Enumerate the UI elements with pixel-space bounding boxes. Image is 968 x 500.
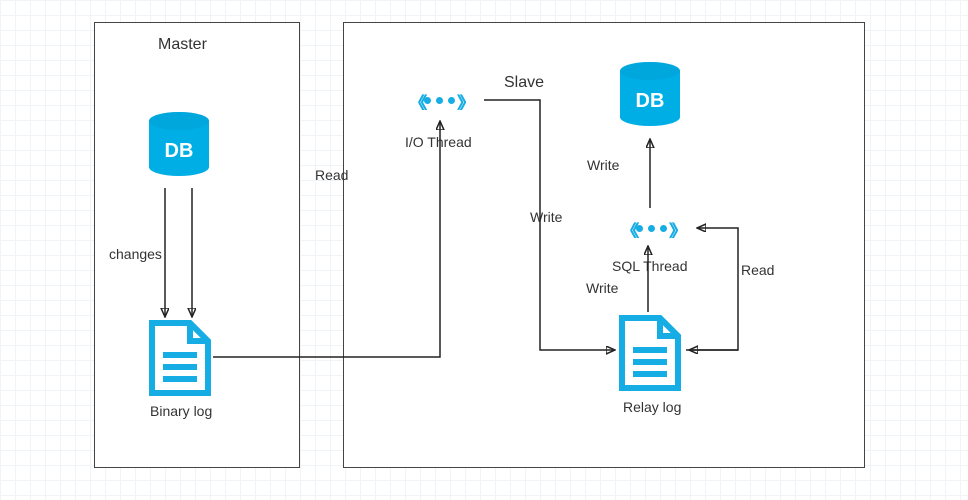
master-frame [94, 22, 300, 468]
sql-thread-label: SQL Thread [612, 258, 688, 274]
binary-log-label: Binary log [150, 403, 212, 419]
write-to-relay-label: Write [530, 209, 562, 225]
io-thread-icon [395, 84, 483, 116]
read-relay-label: Read [741, 262, 774, 278]
write-to-db-label: Write [587, 157, 619, 173]
sql-thread-icon [607, 212, 695, 244]
master-db-icon: DB [149, 112, 209, 184]
master-db-label: DB [149, 140, 209, 163]
relay-log-icon [618, 314, 682, 392]
io-thread-label: I/O Thread [405, 134, 472, 150]
slave-db-label: DB [620, 90, 680, 113]
slave-db-icon: DB [620, 62, 680, 134]
slave-title: Slave [504, 74, 544, 92]
read-label: Read [315, 167, 348, 183]
binary-log-icon [148, 319, 212, 397]
write-from-relay-label: Write [586, 280, 618, 296]
changes-label: changes [109, 246, 162, 262]
master-title: Master [158, 36, 207, 54]
relay-log-label: Relay log [623, 399, 681, 415]
